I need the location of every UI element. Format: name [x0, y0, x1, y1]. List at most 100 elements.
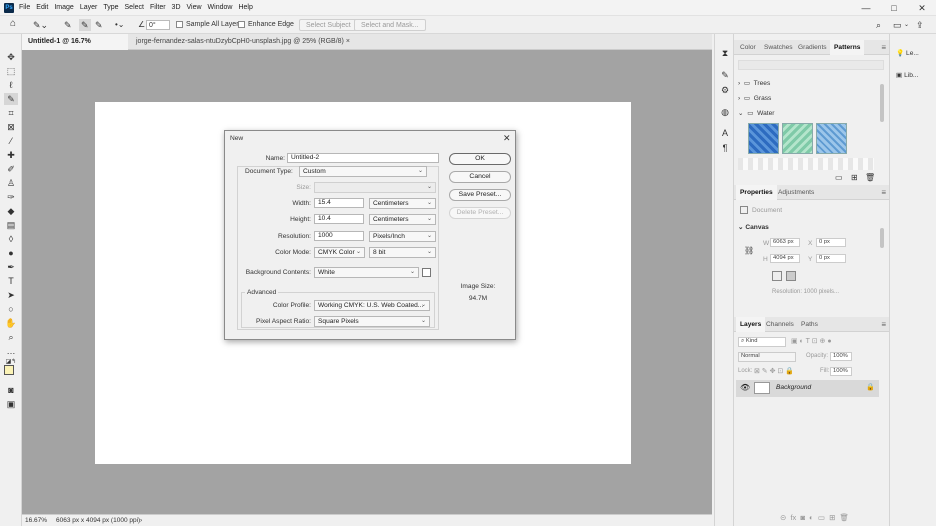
paragraph-panel-icon[interactable]: ¶ [718, 142, 732, 154]
lock-icons[interactable]: ⊠ ✎ ✥ ⊡ 🔒 [754, 367, 794, 375]
water-pattern-3[interactable] [816, 123, 847, 154]
close-window-button[interactable]: ✕ [908, 0, 936, 16]
pattern-group-trees[interactable]: › ▭ Trees [738, 79, 770, 87]
bit-depth-select[interactable]: 8 bit ⌄ [369, 247, 436, 258]
tab-adjustments[interactable]: Adjustments [774, 185, 818, 200]
resolution-field[interactable]: 1000 [314, 231, 364, 241]
maximize-button[interactable]: □ [880, 0, 908, 16]
layer-filter-icons[interactable]: ▣ ◐ T ⊡ ⊕ ● [791, 337, 832, 345]
panel-menu-icon[interactable]: ≡ [881, 188, 886, 197]
tab-close-icon[interactable]: × [346, 38, 350, 45]
layer-filter-kind[interactable]: ⌕ Kind [738, 337, 786, 347]
type-tool-icon[interactable]: T [4, 275, 18, 287]
delete-pattern-icon[interactable]: 🗑 [865, 173, 875, 182]
sample-all-layers-checkbox[interactable]: Sample All Layers [176, 19, 242, 31]
tab-color[interactable]: Color [736, 40, 760, 55]
height-unit-select[interactable]: Centimeters ⌄ [369, 214, 436, 225]
fill-field[interactable]: 100% [830, 367, 852, 376]
panel-menu-icon[interactable]: ≡ [881, 320, 886, 329]
tab-properties[interactable]: Properties [736, 185, 777, 200]
blur-tool-icon[interactable]: ◊ [4, 233, 18, 245]
landscape-orientation-icon[interactable] [786, 271, 796, 281]
move-tool-icon[interactable]: ✥ [4, 51, 18, 63]
crop-tool-icon[interactable]: ⌗ [4, 107, 18, 119]
select-and-mask-button[interactable]: Select and Mask... [354, 19, 426, 31]
tab-unsplash-image[interactable]: jorge-fernandez-salas-ntuDzybCpH0-unspla… [130, 34, 356, 50]
enhance-edge-checkbox[interactable]: Enhance Edge [238, 19, 294, 31]
link-dimensions-icon[interactable]: ⛓ [744, 246, 754, 255]
healing-brush-tool-icon[interactable]: ✚ [4, 149, 18, 161]
frame-tool-icon[interactable]: ⊠ [4, 121, 18, 133]
select-subject-button[interactable]: Select Subject [299, 19, 358, 31]
new-pattern-icon[interactable]: ⊞ [851, 173, 858, 182]
menu-image[interactable]: Image [54, 4, 73, 11]
cancel-button[interactable]: Cancel [449, 171, 511, 183]
zoom-level[interactable]: 16.67% [25, 515, 47, 526]
add-to-selection-icon[interactable]: ✎ [79, 19, 91, 31]
search-icon[interactable]: ⌕ [876, 19, 881, 31]
workspace-icon[interactable]: ▭ [893, 19, 902, 31]
pen-tool-icon[interactable]: ✒ [4, 261, 18, 273]
background-contents-select[interactable]: White ⌄ [314, 267, 419, 278]
resolution-unit-select[interactable]: Pixels/Inch ⌄ [369, 231, 436, 242]
path-selection-tool-icon[interactable]: ➤ [4, 289, 18, 301]
pattern-group-water[interactable]: ⌄ ▭ Water [738, 109, 774, 117]
canvas-width-field[interactable]: 6063 px [770, 238, 800, 247]
clone-stamp-tool-icon[interactable]: ♙ [4, 177, 18, 189]
status-arrow-icon[interactable]: › [140, 515, 142, 526]
menu-type[interactable]: Type [103, 4, 118, 11]
quick-selection-tool-icon[interactable]: ✎ [4, 93, 18, 105]
tab-untitled-1[interactable]: Untitled-1 @ 16.7% (CMYK/8) × [22, 34, 128, 61]
character-styles-icon[interactable]: ◍ [718, 106, 732, 118]
adjustments-icon[interactable]: ⚙ [718, 84, 732, 96]
gradient-tool-icon[interactable]: ▤ [4, 219, 18, 231]
menu-file[interactable]: File [19, 4, 30, 11]
menu-layer[interactable]: Layer [80, 4, 98, 11]
quick-select-preset-icon[interactable]: ✎⌄ [33, 19, 48, 31]
tab-patterns[interactable]: Patterns [830, 40, 865, 55]
pattern-group-grass[interactable]: › ▭ Grass [738, 94, 771, 102]
width-field[interactable]: 15.4 [314, 198, 364, 208]
workspace-chevron-icon[interactable]: ⌄ [904, 19, 909, 31]
height-field[interactable]: 10.4 [314, 214, 364, 224]
marquee-tool-icon[interactable]: ⬚ [4, 65, 18, 77]
layer-name[interactable]: Background [776, 384, 811, 391]
menu-help[interactable]: Help [238, 4, 252, 11]
opacity-field[interactable]: 100% [830, 352, 852, 361]
menu-filter[interactable]: Filter [150, 4, 166, 11]
screen-mode-icon[interactable]: ▣ [4, 398, 18, 410]
color-mode-select[interactable]: CMYK Color ⌄ [314, 247, 365, 258]
foreground-color-swatch[interactable] [4, 365, 14, 375]
dialog-close-icon[interactable]: ✕ [503, 133, 511, 144]
dodge-tool-icon[interactable]: ● [4, 247, 18, 259]
menu-select[interactable]: Select [125, 4, 144, 11]
quick-mask-icon[interactable]: ◙ [4, 384, 18, 396]
background-color-picker[interactable] [422, 268, 431, 277]
brush-tool-icon[interactable]: ✐ [4, 163, 18, 175]
zoom-tool-icon[interactable]: ⌕ [4, 331, 18, 343]
brush-size-icon[interactable]: •⌄ [115, 19, 125, 31]
libraries-panel-button[interactable]: ▣ Lib... [896, 71, 918, 79]
canvas-x-field[interactable]: 0 px [816, 238, 846, 247]
tab-paths[interactable]: Paths [797, 317, 822, 332]
canvas-section-header[interactable]: ⌄ Canvas [738, 223, 769, 231]
properties-scrollbar[interactable] [880, 228, 884, 248]
menu-3d[interactable]: 3D [172, 4, 181, 11]
history-panel-icon[interactable]: ⧗ [718, 47, 732, 59]
subtract-selection-icon[interactable]: ✎ [95, 19, 103, 31]
pattern-search-input[interactable] [738, 60, 884, 70]
new-selection-icon[interactable]: ✎ [64, 19, 72, 31]
visibility-eye-icon[interactable]: 👁 [740, 383, 750, 392]
menu-window[interactable]: Window [208, 4, 233, 11]
canvas-height-field[interactable]: 4094 px [770, 254, 800, 263]
share-icon[interactable]: ⇪ [916, 19, 924, 31]
new-group-icon[interactable]: ▭ [835, 173, 843, 182]
eraser-tool-icon[interactable]: ◆ [4, 205, 18, 217]
portrait-orientation-icon[interactable] [772, 271, 782, 281]
layer-footer-icons[interactable]: ⊝ fx ◙ ◐ ▭ ⊞ 🗑 [780, 513, 849, 522]
menu-view[interactable]: View [187, 4, 202, 11]
menu-edit[interactable]: Edit [36, 4, 48, 11]
shape-tool-icon[interactable]: ○ [4, 303, 18, 315]
character-panel-icon[interactable]: A [718, 127, 732, 139]
patterns-scrollbar[interactable] [880, 84, 884, 122]
